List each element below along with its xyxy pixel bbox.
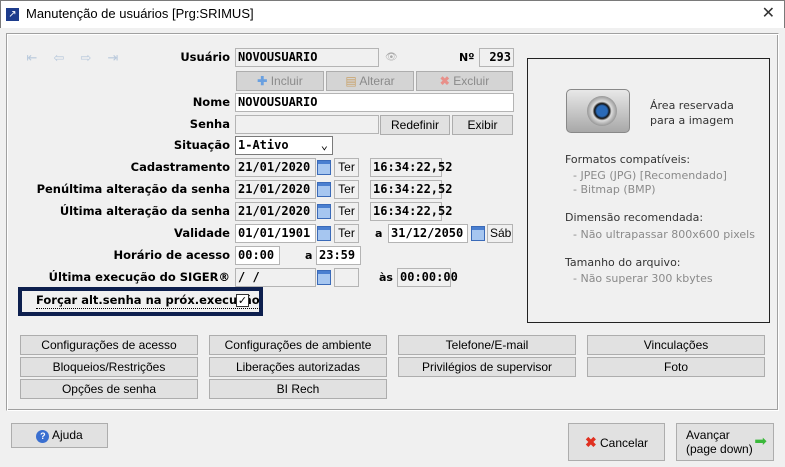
a-label: a [375,227,383,240]
calendar-icon[interactable] [317,182,331,197]
binoculars-icon[interactable]: 👁 [385,52,398,63]
bloqueios-button[interactable]: Bloqueios/Restrições [20,357,198,377]
ult-day: Ter [334,202,359,221]
cadastro-label: Cadastramento [130,160,230,174]
horario-label: Horário de acesso [113,248,230,262]
exibir-button[interactable]: Exibir [452,115,513,135]
dimension-title: Dimensão recomendada: [565,211,704,224]
check-icon: ✓ [237,294,248,307]
plus-icon: ✚ [257,74,271,88]
calendar-icon[interactable] [317,204,331,219]
calendar-icon[interactable] [317,226,331,241]
alterar-button[interactable]: ▤ Alterar [326,71,414,91]
numero-label: Nº [459,51,475,64]
formats-title: Formatos compatíveis: [565,153,691,166]
telefone-email-button[interactable]: Telefone/E-mail [398,335,576,355]
ult-label: Última alteração da senha [59,204,230,218]
camera-icon [566,89,630,133]
situacao-label: Situação [173,138,230,152]
foto-button[interactable]: Foto [587,357,765,377]
numero-field: 293 [479,48,514,67]
privilegios-button[interactable]: Privilégios de supervisor [398,357,576,377]
liberacoes-button[interactable]: Liberações autorizadas [209,357,387,377]
exec-time: 00:00:00 [397,268,458,287]
validade-to-day: Sáb [487,224,513,243]
window-title: Manutenção de usuários [Prg:SRIMUS] [26,6,254,21]
configuracoes-acesso-button[interactable]: Configurações de acesso [20,335,198,355]
senha-field[interactable] [235,115,379,134]
validade-to-field[interactable]: 31/12/2050 [388,224,468,243]
close-button[interactable]: ✕ [762,3,775,22]
opcoes-senha-button[interactable]: Opções de senha [20,379,198,399]
help-icon: ? [36,430,50,443]
exec-date: / / [235,268,316,287]
edit-icon: ▤ [345,74,360,88]
avancar-button[interactable]: Avançar (page down) ➡ [676,423,774,461]
calendar-icon[interactable] [471,226,485,241]
cancel-x-icon: ✖ [584,434,597,450]
cadastro-date: 21/01/2020 [235,158,316,177]
penult-date: 21/01/2020 [235,180,316,199]
bi-rech-button[interactable]: BI Rech [209,379,387,399]
as-label: às [379,271,393,284]
situacao-select[interactable]: 1-Ativo ⌄ [235,136,333,155]
penult-day: Ter [334,180,359,199]
calendar-icon[interactable] [317,270,331,285]
calendar-icon[interactable] [317,160,331,175]
excluir-button[interactable]: ✖ Excluir [416,71,513,91]
a-label: a [305,249,313,262]
format-bmp: - Bitmap (BMP) [573,183,656,196]
configuracoes-ambiente-button[interactable]: Configurações de ambiente [209,335,387,355]
validade-from-day: Ter [334,224,359,243]
cadastro-time: 16:34:22,52 [370,158,452,177]
app-icon: ↗ [6,8,19,21]
usuario-label: Usuário [180,50,230,64]
senha-label: Senha [189,117,230,131]
validade-label: Validade [174,226,230,240]
penult-time: 16:34:22,52 [370,180,452,199]
reserved-text-2: para a imagem [650,114,734,127]
nome-label: Nome [192,95,230,109]
arrow-right-icon: ➡ [754,433,767,450]
cadastro-day: Ter [334,158,359,177]
exec-label: Última execução do SIGER® [48,270,230,284]
forcar-label: Forçar alt.senha na próx.execução [36,293,260,309]
redefinir-button[interactable]: Redefinir [380,115,450,135]
x-icon: ✖ [439,74,454,88]
penult-label: Penúltima alteração da senha [36,182,230,196]
vinculacoes-button[interactable]: Vinculações [587,335,765,355]
cancelar-button[interactable]: ✖ Cancelar [568,423,665,461]
incluir-button[interactable]: ✚ Incluir [236,71,324,91]
dimension-text: - Não ultrapassar 800x600 pixels [573,228,755,241]
usuario-field[interactable]: NOVOUSUARIO [235,48,379,67]
ult-date: 21/01/2020 [235,202,316,221]
exec-day [334,268,359,287]
validade-from-field[interactable]: 01/01/1901 [235,224,316,243]
horario-to-field[interactable]: 23:59 [316,246,361,265]
size-title: Tamanho do arquivo: [565,256,681,269]
forcar-checkbox[interactable]: ✓ [236,294,249,307]
ult-time: 16:34:22,52 [370,202,452,221]
ajuda-button[interactable]: ? Ajuda [11,423,108,448]
nome-field[interactable]: NOVOUSUARIO [235,93,514,112]
image-area[interactable]: Área reservada para a imagem Formatos co… [527,58,770,323]
size-text: - Não superar 300 kbytes [573,272,713,285]
reserved-text: Área reservada [650,99,734,112]
horario-from-field[interactable]: 00:00 [235,246,280,265]
format-jpeg: - JPEG (JPG) [Recomendado] [573,169,727,182]
chevron-down-icon: ⌄ [320,138,328,152]
